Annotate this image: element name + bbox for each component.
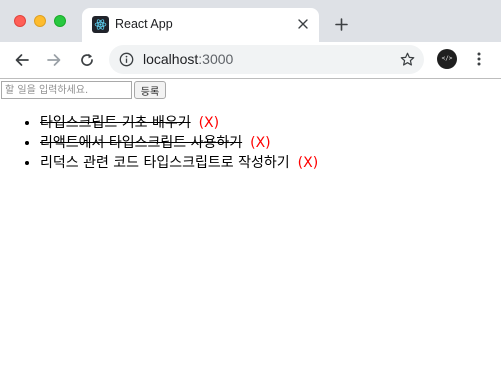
new-tab-plus-icon[interactable]	[331, 14, 351, 34]
add-todo-button[interactable]: 등록	[134, 81, 166, 99]
tab-title: React App	[115, 17, 173, 31]
window-zoom-button[interactable]	[54, 15, 66, 27]
bookmark-star-icon[interactable]	[399, 51, 416, 68]
todo-text[interactable]: 리액트에서 타입스크립트 사용하기	[40, 135, 242, 151]
back-arrow-icon[interactable]	[12, 50, 32, 70]
info-icon[interactable]	[119, 52, 134, 67]
extension-icon[interactable]: </>	[437, 49, 457, 69]
reload-icon[interactable]	[77, 50, 97, 70]
browser-menu-icon[interactable]	[470, 50, 488, 68]
forward-arrow-icon[interactable]	[44, 50, 64, 70]
todo-delete-button[interactable]: (X)	[199, 115, 220, 131]
tab-close-icon[interactable]	[295, 16, 311, 32]
todo-item: 리액트에서 타입스크립트 사용하기 (X)	[40, 133, 318, 153]
browser-tab-strip: React App	[0, 0, 501, 42]
browser-toolbar: localhost:3000	[0, 42, 501, 79]
url-text[interactable]: localhost:3000	[143, 51, 233, 67]
extension-label: </>	[441, 55, 453, 62]
todo-item: 리덕스 관련 코드 타입스크립트로 작성하기 (X)	[40, 153, 318, 173]
window-close-button[interactable]	[14, 15, 26, 27]
todo-text[interactable]: 리덕스 관련 코드 타입스크립트로 작성하기	[40, 155, 290, 171]
todo-delete-button[interactable]: (X)	[250, 135, 271, 151]
browser-tab-active[interactable]: React App	[82, 8, 319, 42]
window-minimize-button[interactable]	[34, 15, 46, 27]
todo-delete-button[interactable]: (X)	[298, 155, 319, 171]
url-port: :3000	[198, 51, 234, 67]
react-logo-icon	[92, 16, 109, 33]
todo-text[interactable]: 타입스크립트 기초 배우기	[40, 115, 191, 131]
url-host: localhost	[143, 51, 199, 67]
address-bar[interactable]: localhost:3000	[109, 45, 424, 74]
todo-input[interactable]	[1, 81, 132, 99]
todo-list: 타입스크립트 기초 배우기 (X) 리액트에서 타입스크립트 사용하기 (X) 리덕…	[0, 113, 318, 173]
todo-item: 타입스크립트 기초 배우기 (X)	[40, 113, 318, 133]
